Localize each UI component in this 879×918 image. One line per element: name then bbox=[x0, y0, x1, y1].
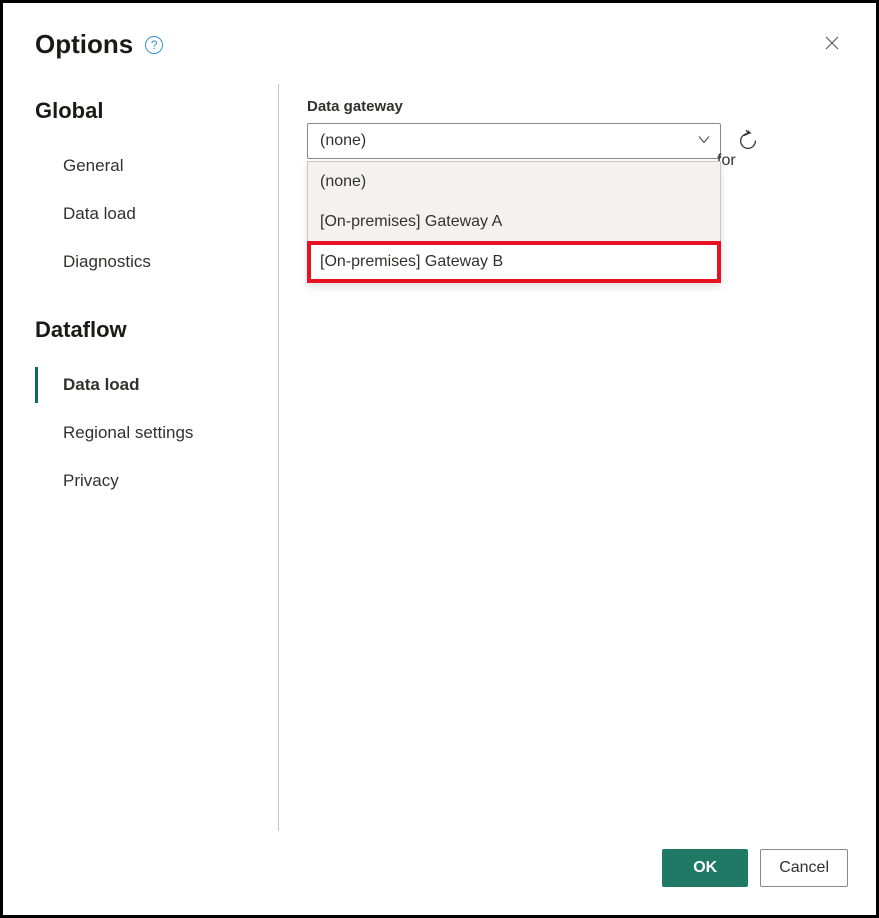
nav-item-regional-settings[interactable]: Regional settings bbox=[35, 409, 268, 457]
refresh-icon[interactable] bbox=[735, 128, 761, 154]
ok-button[interactable]: OK bbox=[662, 849, 748, 887]
gateway-combobox[interactable]: (none) (none) [On-premises] Gateway A [O… bbox=[307, 123, 721, 159]
gateway-selected-value[interactable]: (none) bbox=[307, 123, 721, 159]
nav-item-dataflow-data-load[interactable]: Data load bbox=[35, 361, 268, 409]
nav-item-privacy[interactable]: Privacy bbox=[35, 457, 268, 505]
header-left: Options ? bbox=[35, 29, 163, 60]
close-icon[interactable] bbox=[820, 31, 844, 58]
nav-item-general[interactable]: General bbox=[35, 142, 268, 190]
dialog-title: Options bbox=[35, 29, 133, 60]
gateway-row: (none) (none) [On-premises] Gateway A [O… bbox=[307, 123, 844, 159]
nav-item-diagnostics[interactable]: Diagnostics bbox=[35, 238, 268, 286]
nav-item-global-data-load[interactable]: Data load bbox=[35, 190, 268, 238]
gateway-option-a[interactable]: [On-premises] Gateway A bbox=[308, 202, 720, 242]
dialog-header: Options ? bbox=[3, 3, 876, 74]
options-dialog: Options ? Global General Data load Diagn… bbox=[0, 0, 879, 918]
gateway-label: Data gateway bbox=[307, 98, 844, 115]
dialog-footer: OK Cancel bbox=[3, 831, 876, 915]
nav-group-global: Global bbox=[35, 98, 268, 124]
help-icon[interactable]: ? bbox=[145, 36, 163, 54]
gateway-option-none[interactable]: (none) bbox=[308, 162, 720, 202]
gateway-option-b[interactable]: [On-premises] Gateway B bbox=[308, 242, 720, 282]
content-pane: Data gateway (none) (none) [On-premises]… bbox=[279, 84, 844, 831]
gateway-dropdown: (none) [On-premises] Gateway A [On-premi… bbox=[307, 161, 721, 283]
cancel-button[interactable]: Cancel bbox=[760, 849, 848, 887]
nav-group-dataflow: Dataflow bbox=[35, 317, 268, 343]
dialog-body: Global General Data load Diagnostics Dat… bbox=[3, 74, 876, 831]
sidebar: Global General Data load Diagnostics Dat… bbox=[35, 84, 279, 831]
